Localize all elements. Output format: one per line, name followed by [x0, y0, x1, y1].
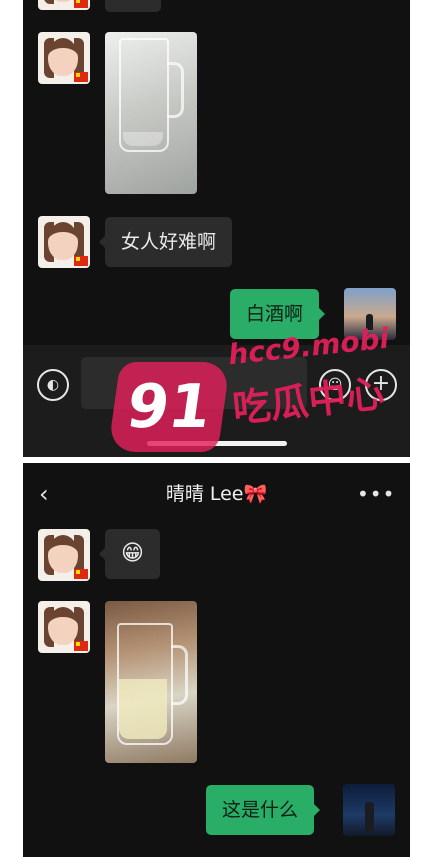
outgoing-message-bubble[interactable]: 这是什么	[206, 785, 321, 835]
my-avatar[interactable]	[343, 784, 395, 836]
outgoing-message-bubble[interactable]: 白酒啊	[230, 289, 326, 339]
contact-avatar[interactable]	[38, 216, 90, 268]
voice-icon[interactable]: ◐	[37, 369, 69, 401]
more-options-icon[interactable]: •••	[357, 479, 394, 509]
chat-screenshot-top: 女人好难啊 白酒啊 ◐ ☺ +	[23, 0, 410, 457]
contact-avatar[interactable]	[38, 529, 90, 581]
image-message-glass[interactable]	[105, 601, 197, 763]
message-input[interactable]	[81, 357, 307, 409]
chat-title: 晴晴 Lee🎀	[165, 483, 268, 505]
image-message-glass[interactable]	[105, 32, 197, 194]
chat-header: ‹ 晴晴 Lee🎀 •••	[23, 463, 410, 525]
incoming-emoji-bubble[interactable]: 😁	[99, 529, 160, 579]
message-composer: ◐ ☺ +	[23, 345, 410, 457]
home-indicator[interactable]	[147, 441, 287, 446]
contact-avatar[interactable]	[38, 601, 90, 653]
emoji-icon[interactable]: ☺	[319, 369, 351, 401]
message-bubble-partial[interactable]	[105, 0, 161, 12]
contact-avatar[interactable]	[38, 0, 90, 10]
incoming-message-bubble[interactable]: 女人好难啊	[98, 217, 233, 267]
plus-icon[interactable]: +	[365, 369, 397, 401]
contact-avatar[interactable]	[38, 32, 90, 84]
my-avatar[interactable]	[344, 288, 396, 340]
chat-screenshot-bottom: ‹ 晴晴 Lee🎀 ••• 😁 这是什么	[23, 463, 410, 857]
